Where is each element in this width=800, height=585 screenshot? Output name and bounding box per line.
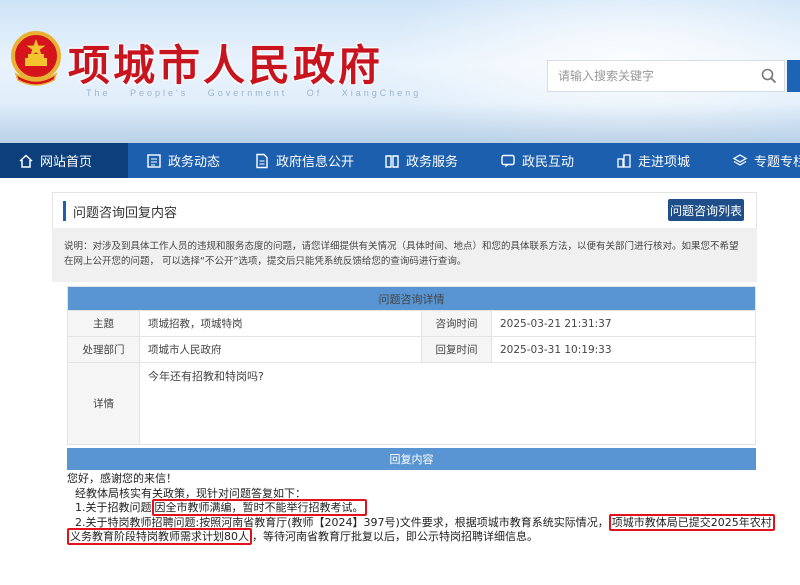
- national-emblem-icon: [11, 31, 61, 86]
- nav-label: 政府信息公开: [276, 155, 355, 170]
- site-header: 项城市人民政府 The People's Government Of Xiang…: [0, 0, 800, 143]
- reply-content: 您好，感谢您的来信！ 经教体局核实有关政策，现针对问题答复如下： 1.关于招教问…: [67, 472, 775, 545]
- chat-icon: [500, 153, 516, 169]
- content-value: 今年还有招教和特岗吗?: [139, 362, 756, 445]
- reply-item-2-suffix: ，等待河南省教育厅批复以后，即公示特岗招聘详细信息。: [252, 530, 538, 543]
- content-label: 详情: [67, 362, 140, 445]
- subject-value: 项城招教，项城特岗: [139, 310, 422, 337]
- nav-item-news[interactable]: 政务动态: [128, 143, 236, 178]
- nav-item-special-topics[interactable]: 专题专栏: [714, 143, 800, 178]
- nav-label: 走进项城: [638, 155, 691, 170]
- ask-time-value: 2025-03-21 21:31:37: [491, 310, 756, 337]
- nav-item-info-disclosure[interactable]: 政府信息公开: [236, 143, 366, 178]
- nav-label: 政民互动: [522, 155, 575, 170]
- reply-item-2-cont: 义务教育阶段特岗教师需求计划80人 ，等待河南省教育厅批复以后，即公示特岗招聘详细…: [67, 528, 756, 545]
- search-input[interactable]: [548, 61, 754, 91]
- consultation-detail-table: 问题咨询详情 主题 项城招教，项城特岗 咨询时间 2025-03-21 21:3…: [67, 286, 756, 445]
- nav-item-home[interactable]: 网站首页: [0, 143, 128, 178]
- site-title[interactable]: 项城市人民政府: [68, 32, 383, 93]
- dept-label: 处理部门: [67, 336, 140, 363]
- reply-item-1-prefix: 1.关于招教问题: [75, 501, 152, 514]
- reply-item-2-prefix: 2.关于特岗教师招聘问题:按照河南省教育厅(教师【2024】397号)文件要求，…: [75, 515, 609, 529]
- detail-section-header: 问题咨询详情: [67, 286, 756, 311]
- site-subtitle: The People's Government Of XiangCheng: [86, 88, 422, 98]
- nav-label: 政务服务: [406, 155, 459, 170]
- dept-value: 项城市人民政府: [139, 336, 422, 363]
- subject-label: 主题: [67, 310, 140, 337]
- city-icon: [616, 153, 632, 169]
- reply-greeting: 您好，感谢您的来信！: [67, 472, 177, 485]
- news-icon: [146, 153, 162, 169]
- table-row: 处理部门 项城市人民政府 回复时间 2025-03-31 10:19:33: [67, 336, 756, 363]
- reply-time-label: 回复时间: [421, 336, 492, 363]
- document-icon: [254, 153, 270, 169]
- notice-text: 说明：对涉及到具体工作人员的违规和服务态度的问题，请您详细提供有关情况（具体时间…: [52, 228, 757, 282]
- service-icon: [384, 153, 400, 169]
- layers-icon: [732, 153, 748, 169]
- search-edge: [787, 60, 800, 92]
- search-box: [547, 60, 785, 92]
- ask-time-label: 咨询时间: [421, 310, 492, 337]
- main-nav: 网站首页 政务动态 政府信息公开 政务服务 政民互动 走进项城 专题专栏: [0, 143, 800, 178]
- highlight-box-2: 项城市教体局已提交2025年农村: [608, 513, 775, 531]
- highlight-box-3: 义务教育阶段特岗教师需求计划80人: [67, 528, 252, 545]
- title-accent-bar: [63, 201, 66, 221]
- nav-label: 专题专栏: [754, 155, 800, 170]
- header-skyline: [0, 103, 800, 143]
- nav-item-about-city[interactable]: 走进项城: [598, 143, 714, 178]
- nav-item-services[interactable]: 政务服务: [366, 143, 482, 178]
- home-icon: [18, 153, 34, 169]
- panel-title: 问题咨询回复内容: [73, 206, 178, 221]
- nav-item-interaction[interactable]: 政民互动: [482, 143, 598, 178]
- reply-time-value: 2025-03-31 10:19:33: [491, 336, 756, 363]
- table-row: 详情 今年还有招教和特岗吗?: [67, 362, 756, 445]
- highlight-box-1: 因全市教师满编，暂时不能举行招教考试。: [151, 499, 367, 516]
- panel-header: 问题咨询回复内容 问题咨询列表: [52, 192, 757, 228]
- consultation-list-button[interactable]: 问题咨询列表: [668, 199, 744, 221]
- reply-section-header: 回复内容: [67, 448, 756, 470]
- nav-label: 网站首页: [40, 155, 93, 170]
- table-row: 主题 项城招教，项城特岗 咨询时间 2025-03-21 21:31:37: [67, 310, 756, 337]
- search-icon[interactable]: [754, 61, 784, 91]
- nav-label: 政务动态: [168, 155, 221, 170]
